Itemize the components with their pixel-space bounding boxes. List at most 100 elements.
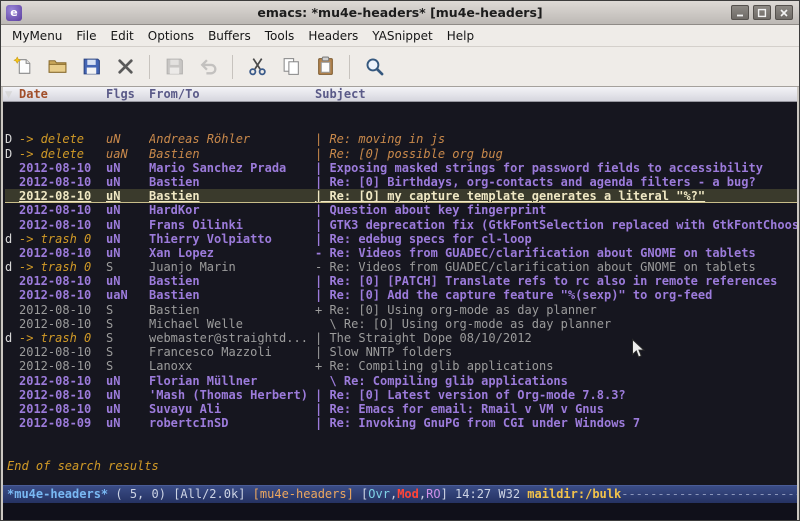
- message-flags: uN: [106, 246, 149, 260]
- message-flags: uN: [106, 203, 149, 217]
- message-row[interactable]: D-> deleteuaNBastien| Re: [0] possible o…: [5, 147, 797, 161]
- message-date: 2012-08-10: [19, 345, 106, 359]
- message-date: 2012-08-10: [19, 402, 106, 416]
- undo-icon: [192, 52, 224, 82]
- message-flags: uN: [106, 189, 149, 202]
- message-date: 2012-08-10: [19, 161, 106, 175]
- message-row[interactable]: 2012-08-10uNBastien| Re: [0] [PATCH] Tra…: [5, 274, 797, 288]
- message-date: 2012-08-09: [19, 416, 106, 430]
- column-header-subject[interactable]: Subject: [315, 87, 797, 101]
- message-subj: | Re: [0] possible org bug: [315, 147, 797, 161]
- window-controls: [731, 5, 793, 20]
- new-file-icon[interactable]: [7, 52, 39, 82]
- message-rows: D-> deleteuNAndreas Röhler| Re: moving i…: [5, 132, 797, 430]
- menu-yasnippet[interactable]: YASnippet: [365, 27, 440, 45]
- message-date: -> trash 0: [19, 331, 106, 345]
- message-row[interactable]: 2012-08-10SFrancesco Mazzoli| Slow NNTP …: [5, 345, 797, 359]
- message-subj: - Re: Videos from GUADEC/clarification a…: [315, 246, 797, 260]
- cut-icon[interactable]: [241, 52, 273, 82]
- message-from: webmaster@straightd...: [149, 331, 315, 345]
- modeline-ovr: Ovr: [368, 487, 390, 501]
- message-row[interactable]: 2012-08-09uNrobertcInSD| Re: Invoking Gn…: [5, 416, 797, 430]
- message-from: Andreas Röhler: [149, 132, 315, 146]
- message-flags: S: [106, 331, 149, 345]
- message-mark: [5, 317, 19, 331]
- menu-edit[interactable]: Edit: [104, 27, 141, 45]
- message-row[interactable]: 2012-08-10SMichael Welle \ Re: [O] Using…: [5, 317, 797, 331]
- column-header-date[interactable]: Date: [19, 87, 106, 101]
- message-flags: uN: [106, 218, 149, 232]
- toolbar-separator: [349, 55, 350, 79]
- open-file-icon[interactable]: [41, 52, 73, 82]
- message-from: robertcInSD: [149, 416, 315, 430]
- menu-mymenu[interactable]: MyMenu: [5, 27, 69, 45]
- message-row[interactable]: 2012-08-10uaNBastien| Re: [0] Add the ca…: [5, 288, 797, 302]
- message-row[interactable]: 2012-08-10uN'Mash (Thomas Herbert)| Re: …: [5, 388, 797, 402]
- message-row[interactable]: d-> trash 0SJuanjo Marin- Re: Videos fro…: [5, 260, 797, 274]
- mode-line[interactable]: *mu4e-headers* ( 5, 0) [All/2.0k] [mu4e-…: [3, 485, 797, 503]
- message-subj: \ Re: [O] Using org-mode as day planner: [315, 317, 797, 331]
- message-mark: [5, 218, 19, 232]
- message-row[interactable]: 2012-08-10uNHardKor| Question about key …: [5, 203, 797, 217]
- maximize-button[interactable]: [753, 5, 771, 20]
- message-from: 'Mash (Thomas Herbert): [149, 388, 315, 402]
- message-subj: | Exposing masked strings for password f…: [315, 161, 797, 175]
- minimize-button[interactable]: [731, 5, 749, 20]
- menu-help[interactable]: Help: [440, 27, 481, 45]
- message-row[interactable]: 2012-08-10uNFrans Oilinki| GTK3 deprecat…: [5, 218, 797, 232]
- message-date: 2012-08-10: [19, 175, 106, 189]
- copy-icon[interactable]: [275, 52, 307, 82]
- message-row[interactable]: d-> trash 0uNThierry Volpiatto| Re: edeb…: [5, 232, 797, 246]
- message-date: 2012-08-10: [19, 203, 106, 217]
- message-row[interactable]: 2012-08-10uNFlorian Müllner \ Re: Compil…: [5, 374, 797, 388]
- message-mark: [5, 274, 19, 288]
- message-flags: uN: [106, 161, 149, 175]
- message-date: 2012-08-10: [19, 288, 106, 302]
- message-flags: S: [106, 317, 149, 331]
- paste-icon[interactable]: [309, 52, 341, 82]
- column-header-from[interactable]: From/To: [149, 87, 315, 101]
- message-from: Florian Müllner: [149, 374, 315, 388]
- message-flags: uaN: [106, 288, 149, 302]
- message-row[interactable]: D-> deleteuNAndreas Röhler| Re: moving i…: [5, 132, 797, 146]
- menu-file[interactable]: File: [69, 27, 103, 45]
- message-date: 2012-08-10: [19, 317, 106, 331]
- message-subj: + Re: [0] Using org-mode as day planner: [315, 303, 797, 317]
- message-row[interactable]: 2012-08-10SBastien+ Re: [0] Using org-mo…: [5, 303, 797, 317]
- message-mark: D: [5, 132, 19, 146]
- save-icon[interactable]: [75, 52, 107, 82]
- menu-options[interactable]: Options: [141, 27, 201, 45]
- message-from: Francesco Mazzoli: [149, 345, 315, 359]
- column-header-flags[interactable]: Flgs: [106, 87, 149, 101]
- message-from: HardKor: [149, 203, 315, 217]
- search-icon[interactable]: [358, 52, 390, 82]
- message-mark: d: [5, 260, 19, 274]
- message-row[interactable]: 2012-08-10uNXan Lopez- Re: Videos from G…: [5, 246, 797, 260]
- message-row[interactable]: 2012-08-10uNBastien| Re: [0] Birthdays, …: [5, 175, 797, 189]
- menu-headers[interactable]: Headers: [301, 27, 365, 45]
- message-mark: [5, 288, 19, 302]
- kill-buffer-icon[interactable]: [109, 52, 141, 82]
- sort-indicator-icon: ▼: [5, 87, 19, 101]
- message-mark: [5, 246, 19, 260]
- menu-tools[interactable]: Tools: [258, 27, 302, 45]
- close-button[interactable]: [775, 5, 793, 20]
- message-row[interactable]: 2012-08-10uNBastien| Re: [O] my capture …: [5, 189, 797, 203]
- message-mark: [5, 345, 19, 359]
- message-row[interactable]: 2012-08-10uNMario Sanchez Prada| Exposin…: [5, 161, 797, 175]
- message-flags: uN: [106, 388, 149, 402]
- menu-bar: MyMenuFileEditOptionsBuffersToolsHeaders…: [1, 25, 799, 47]
- message-row[interactable]: d-> trash 0Swebmaster@straightd...| The …: [5, 331, 797, 345]
- message-date: 2012-08-10: [19, 274, 106, 288]
- message-date: -> trash 0: [19, 232, 106, 246]
- message-from: Bastien: [149, 274, 315, 288]
- message-mark: [5, 203, 19, 217]
- message-row[interactable]: 2012-08-10uNSuvayu Ali| Re: Emacs for em…: [5, 402, 797, 416]
- message-from: Suvayu Ali: [149, 402, 315, 416]
- menu-buffers[interactable]: Buffers: [201, 27, 258, 45]
- message-row[interactable]: 2012-08-10SLanoxx+ Re: Compiling glib ap…: [5, 359, 797, 373]
- message-date: 2012-08-10: [19, 218, 106, 232]
- message-from: Bastien: [149, 189, 315, 202]
- titlebar[interactable]: e emacs: *mu4e-headers* [mu4e-headers]: [1, 1, 799, 25]
- modeline-mode: [mu4e-headers]: [253, 487, 361, 501]
